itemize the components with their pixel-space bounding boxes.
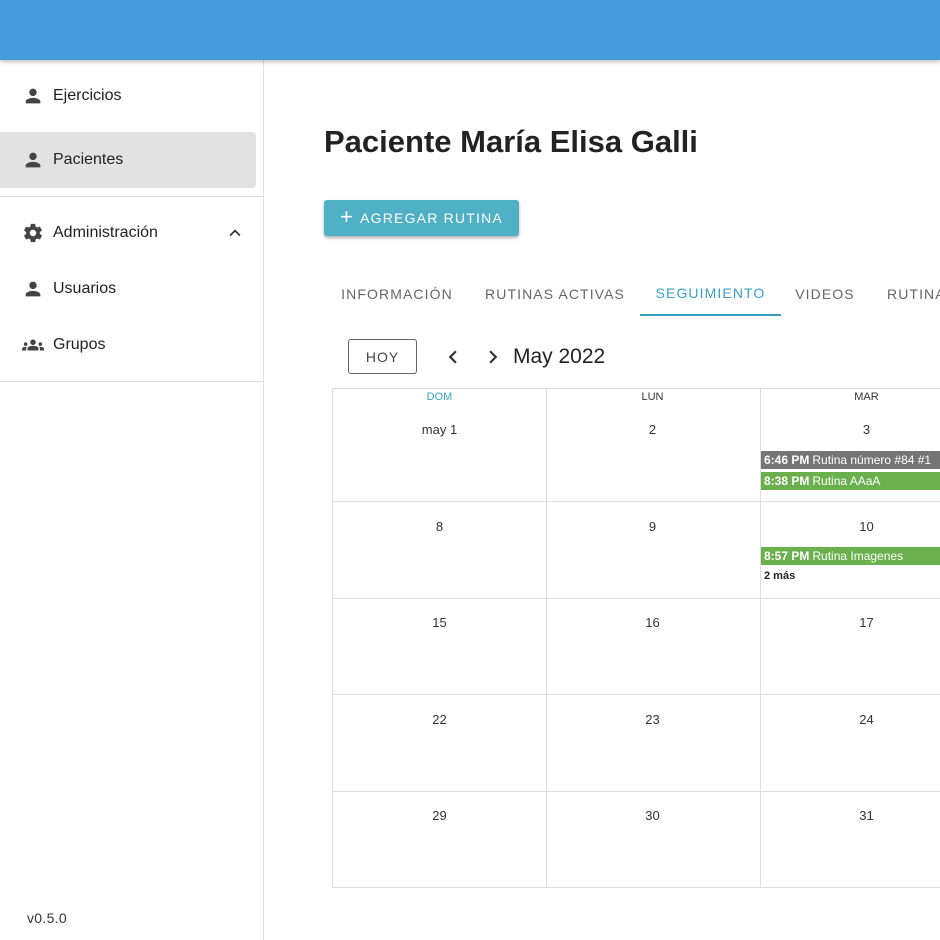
day-number[interactable]: 23: [546, 712, 759, 727]
grid-line: [333, 598, 940, 599]
grid-line: [333, 791, 940, 792]
day-number[interactable]: 24: [760, 712, 940, 727]
day-number[interactable]: 2: [546, 422, 759, 437]
app-version: v0.5.0: [27, 910, 67, 926]
day-number[interactable]: 16: [546, 615, 759, 630]
sidebar-item-administracion[interactable]: Administración: [0, 205, 256, 261]
tab-label: SEGUIMIENTO: [655, 285, 766, 301]
event-time: 8:38 PM: [764, 474, 810, 488]
sidebar-divider: [0, 381, 263, 382]
month-calendar: DOM LUN MAR may 1 2 3 6:46 PM Rutina núm…: [332, 388, 940, 888]
calendar-event[interactable]: 8:38 PM Rutina AAaA: [761, 472, 940, 490]
event-time: 8:57 PM: [764, 549, 810, 563]
tab-label: INFORMACIÓN: [341, 286, 453, 302]
more-events-link[interactable]: 2 más: [764, 570, 795, 582]
sidebar-item-label: Ejercicios: [53, 87, 122, 104]
person-icon: [22, 149, 44, 171]
gear-icon: [22, 222, 44, 244]
event-title: Rutina AAaA: [812, 474, 881, 488]
chevron-left-icon[interactable]: [440, 344, 466, 370]
calendar-event[interactable]: 6:46 PM Rutina número #84 #1: [761, 451, 940, 469]
day-number[interactable]: 8: [333, 519, 546, 534]
day-number[interactable]: 3: [760, 422, 940, 437]
add-routine-button[interactable]: + AGREGAR RUTINA: [324, 200, 519, 236]
sidebar-item-label: Usuarios: [53, 280, 117, 297]
event-title: Rutina número #84 #1: [812, 453, 932, 467]
day-number[interactable]: 29: [333, 808, 546, 823]
day-number[interactable]: 30: [546, 808, 759, 823]
weekday-header: DOM: [426, 391, 453, 403]
tab-label: RUTINAS ACTIVAS: [485, 286, 625, 302]
day-number[interactable]: 22: [333, 712, 546, 727]
person-icon: [22, 85, 44, 107]
sidebar: Ejercicios Pacientes Administración Usua…: [0, 60, 264, 940]
sidebar-item-pacientes[interactable]: Pacientes: [0, 132, 256, 188]
tab-label: RUTINAS: [887, 286, 940, 302]
day-number[interactable]: may 1: [333, 422, 546, 437]
event-title: Rutina Imagenes: [812, 549, 904, 563]
sidebar-item-ejercicios[interactable]: Ejercicios: [0, 68, 256, 124]
tab-rutinas[interactable]: RUTINAS: [885, 272, 940, 316]
grid-line: [333, 694, 940, 695]
tab-informacion[interactable]: INFORMACIÓN: [324, 272, 470, 316]
day-number[interactable]: 17: [760, 615, 940, 630]
weekday-header: MAR: [854, 391, 879, 403]
month-label: May 2022: [513, 345, 606, 368]
plus-icon: +: [340, 204, 355, 229]
weekday-header: LUN: [641, 391, 664, 403]
grid-line: [333, 887, 940, 888]
app-bar: [0, 0, 940, 60]
group-icon: [22, 334, 44, 356]
sidebar-item-grupos[interactable]: Grupos: [0, 317, 256, 373]
sidebar-item-label: Administración: [53, 224, 158, 241]
person-icon: [22, 278, 44, 300]
page-title: Paciente María Elisa Galli: [324, 124, 698, 159]
sidebar-item-usuarios[interactable]: Usuarios: [0, 261, 256, 317]
tab-rutinas-activas[interactable]: RUTINAS ACTIVAS: [470, 272, 640, 316]
main-content: Paciente María Elisa Galli + AGREGAR RUT…: [264, 60, 940, 940]
today-button[interactable]: HOY: [348, 339, 417, 374]
sidebar-divider: [0, 196, 263, 197]
sidebar-item-label: Grupos: [53, 336, 106, 353]
calendar-event[interactable]: 8:57 PM Rutina Imagenes: [761, 547, 940, 565]
day-number[interactable]: 31: [760, 808, 940, 823]
sidebar-item-label: Pacientes: [53, 151, 124, 168]
chevron-right-icon[interactable]: [480, 344, 506, 370]
add-routine-label: AGREGAR RUTINA: [360, 210, 503, 226]
tab-label: VIDEOS: [795, 286, 855, 302]
tab-seguimiento[interactable]: SEGUIMIENTO: [640, 272, 781, 316]
event-time: 6:46 PM: [764, 453, 810, 467]
day-number[interactable]: 9: [546, 519, 759, 534]
day-number[interactable]: 15: [333, 615, 546, 630]
tab-videos[interactable]: VIDEOS: [781, 272, 869, 316]
chevron-up-icon[interactable]: [224, 222, 246, 244]
grid-line: [333, 501, 940, 502]
day-number[interactable]: 10: [760, 519, 940, 534]
